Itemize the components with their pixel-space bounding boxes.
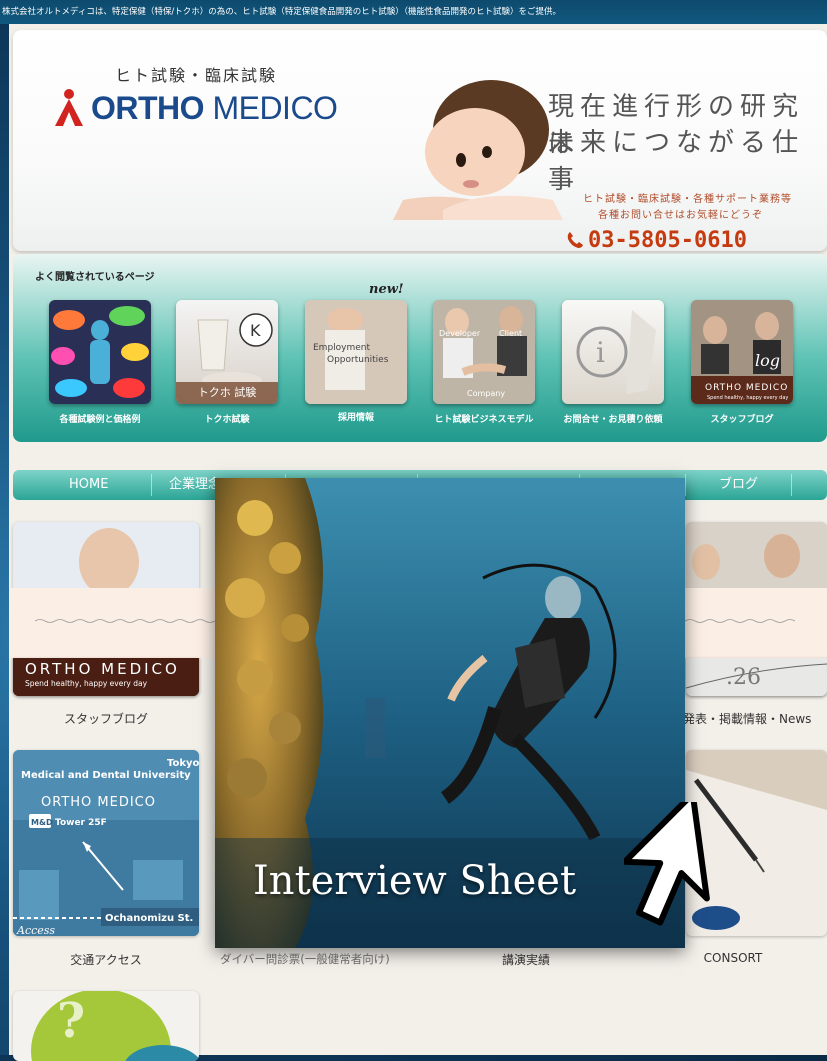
- business-people-image: Developer Client Company: [433, 300, 535, 404]
- nav-separator: [685, 474, 686, 496]
- body-chart-image: [49, 300, 151, 404]
- tile-tokuho[interactable]: K トクホ 試験: [176, 300, 278, 404]
- ortho-medico-logo[interactable]: ORTHO MEDICO: [49, 88, 338, 128]
- tile-label[interactable]: お問合せ・お見積り依頼: [562, 412, 664, 425]
- card-label-staff-blog[interactable]: スタッフブログ: [13, 710, 199, 727]
- tile-caption: Opportunities: [327, 355, 389, 365]
- tile-staff-blog[interactable]: ORTHO MEDICO Spend healthy, happy every …: [691, 300, 793, 404]
- tile-caption: Company: [467, 389, 505, 398]
- tile-caption: Client: [499, 329, 522, 338]
- svg-text:K: K: [250, 321, 261, 340]
- person-logo-icon: [55, 89, 83, 126]
- header-note-2: 各種お問い合せはお気軽にどうぞ: [598, 210, 763, 221]
- tile-caption: Developer: [439, 329, 481, 338]
- card-news-footer[interactable]: .26: [686, 658, 827, 696]
- interview-sheet-lightbox[interactable]: Interview Sheet: [215, 478, 685, 948]
- tile-test-prices[interactable]: [49, 300, 151, 404]
- card-brand: ORTHO MEDICO: [25, 660, 180, 678]
- staff-photo-image: ORTHO MEDICO Spend healthy, happy every …: [691, 300, 793, 404]
- svg-text:?: ?: [57, 993, 85, 1049]
- header-subtitle: ヒト試験・臨床試験: [115, 66, 278, 85]
- nav-home[interactable]: HOME: [69, 470, 108, 500]
- map-title: Tokyo: [167, 758, 199, 769]
- card-staff-blog-footer[interactable]: ORTHO MEDICO Spend healthy, happy every …: [13, 658, 199, 696]
- nav-philosophy[interactable]: 企業理念: [169, 470, 221, 500]
- site-header-banner: ヒト試験・臨床試験 ORTHO MEDICO 現在進行形の研究は 未来につながる…: [13, 30, 827, 251]
- card-label-news[interactable]: 発表・掲載情報・News: [683, 710, 827, 727]
- access-map-image: Tokyo Medical and Dental University ORTH…: [13, 750, 199, 936]
- tile-recruitment[interactable]: Employment Opportunities: [305, 300, 407, 404]
- tile-caption: Employment: [313, 343, 371, 353]
- tile-caption: トクホ 試験: [176, 382, 278, 404]
- map-brand: ORTHO MEDICO: [41, 795, 156, 810]
- map-tower: Tower 25F: [55, 818, 107, 828]
- question-mark-image: ?: [31, 991, 199, 1061]
- svg-text:.26: .26: [726, 665, 761, 690]
- card-access[interactable]: Tokyo Medical and Dental University ORTH…: [13, 750, 199, 936]
- popular-pages-panel: よく閲覧されているページ new! 各種試験例と価格例 K トクホ 試験 トクホ…: [13, 254, 827, 442]
- calendar-image: .26: [686, 663, 827, 690]
- header-note-1: ヒト試験・臨床試験・各種サポート業務等: [583, 194, 792, 205]
- phone-icon: [567, 232, 583, 248]
- card-label-lectures[interactable]: 講演実績: [433, 951, 619, 968]
- mouse-cursor-icon: [624, 802, 710, 926]
- map-station: Ochanomizu St.: [105, 913, 193, 924]
- tile-label[interactable]: スタッフブログ: [691, 412, 793, 425]
- card-label-consort[interactable]: CONSORT: [640, 951, 826, 965]
- nav-separator: [791, 474, 792, 496]
- handshake-office-image: Employment Opportunities: [305, 300, 407, 404]
- map-title: Medical and Dental University: [21, 770, 191, 781]
- baby-photo: [393, 80, 563, 220]
- map-tower-tag: M&D: [31, 818, 53, 827]
- tile-label[interactable]: ヒト試験ビジネスモデル: [433, 412, 535, 425]
- tile-caption: ORTHO MEDICO: [705, 383, 788, 393]
- nav-separator: [151, 474, 152, 496]
- svg-text:i: i: [596, 336, 605, 369]
- header-phone-number[interactable]: 03-5805-0610: [567, 228, 747, 251]
- tile-label[interactable]: トクホ試験: [176, 412, 278, 425]
- popular-pages-title: よく閲覧されているページ: [35, 272, 155, 283]
- lightbox-caption: ダイバー問診票(一般健常者向け): [220, 952, 390, 966]
- card-tagline: Spend healthy, happy every day: [25, 679, 148, 688]
- tile-contact[interactable]: i: [562, 300, 664, 404]
- site-description: 株式会社オルトメディコは、特定保健（特保/トクホ）の為の、ヒト試験（特定保健食品…: [0, 0, 827, 24]
- new-badge: new!: [369, 282, 404, 297]
- logo-wordmark: ORTHO MEDICO: [91, 89, 338, 126]
- nav-blog[interactable]: ブログ: [719, 470, 758, 500]
- card-faq[interactable]: ?: [13, 991, 199, 1061]
- tile-business-model[interactable]: Developer Client Company: [433, 300, 535, 404]
- map-script: Access: [16, 924, 55, 936]
- tile-caption: Spend healthy, happy every day: [707, 395, 788, 401]
- card-label-access[interactable]: 交通アクセス: [13, 951, 199, 968]
- info-icon: i: [576, 310, 656, 394]
- header-catchphrase-2: 未来につながる仕事: [548, 128, 805, 195]
- lightbox-title: Interview Sheet: [253, 858, 577, 904]
- tile-label[interactable]: 各種試験例と価格例: [49, 412, 151, 425]
- tile-label[interactable]: 採用情報: [305, 410, 407, 423]
- tile-caption: log: [755, 351, 780, 370]
